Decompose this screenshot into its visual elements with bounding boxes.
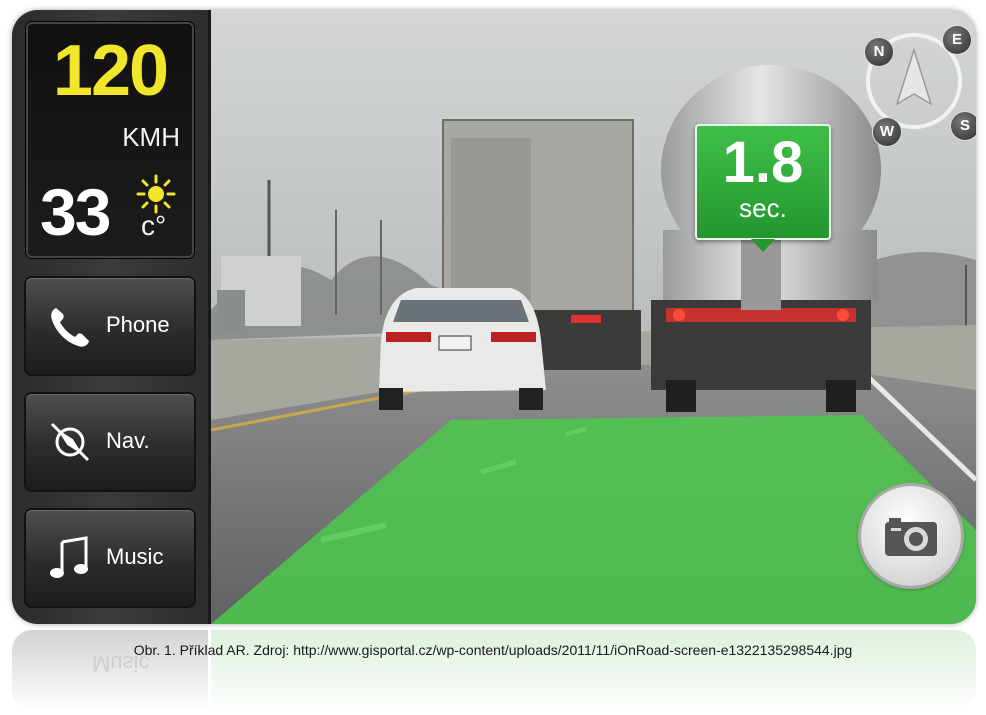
figure-caption: Obr. 1. Příklad AR. Zdroj: http://www.gi… (133, 642, 853, 658)
camera-button[interactable] (861, 486, 961, 586)
speed-unit: KMH (122, 122, 180, 152)
camera-icon (885, 518, 937, 556)
phone-button[interactable]: Phone (26, 278, 194, 374)
compass-south: S (951, 112, 976, 140)
temperature-unit: c° (141, 210, 167, 241)
time-to-collision-unit: sec. (739, 193, 787, 223)
temperature-value: 33 (40, 175, 111, 249)
sidebar: 120 KMH 33 c° Phone Nav. Music (12, 10, 211, 624)
music-button[interactable]: Music (26, 510, 194, 606)
navigation-button-label: Nav. (106, 428, 150, 453)
music-button-label: Music (106, 544, 164, 569)
navigation-button[interactable]: Nav. (26, 394, 194, 490)
camera-view: 1.8 sec. N E W S (211, 10, 976, 624)
speed-value: 120 (52, 31, 169, 111)
compass-west: W (873, 118, 901, 146)
navigation-icon (50, 422, 90, 462)
compass-north: N (865, 38, 893, 66)
time-to-collision-value: 1.8 (722, 130, 804, 195)
compass-east: E (943, 26, 971, 54)
time-to-collision-badge: 1.8 sec. (695, 124, 831, 252)
app-window: 120 KMH 33 c° Phone Nav. Music 1.8 sec. … (12, 10, 976, 624)
speed-panel: 120 KMH 33 c° (26, 22, 194, 258)
phone-icon (51, 308, 89, 347)
sun-icon (136, 174, 176, 214)
compass: N E W S (855, 22, 976, 146)
phone-button-label: Phone (106, 312, 170, 337)
music-note-icon (50, 536, 88, 578)
